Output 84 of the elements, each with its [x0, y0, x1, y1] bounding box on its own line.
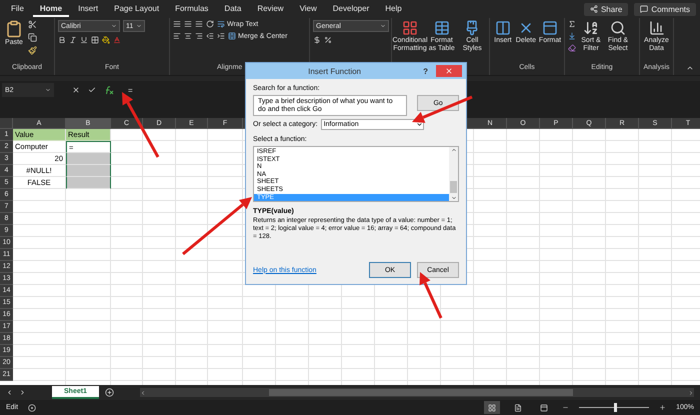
close-icon	[445, 67, 453, 75]
pointer-arrow	[420, 272, 442, 319]
align-center-icon[interactable]	[184, 32, 192, 40]
macro-record-icon[interactable]	[28, 404, 36, 412]
page-icon	[514, 404, 522, 412]
pointer-arrow	[182, 197, 252, 256]
sort-icon	[583, 20, 599, 36]
help-button[interactable]: ?	[423, 66, 428, 76]
ribbon-tab[interactable]: Page Layout	[107, 2, 166, 16]
share-icon	[590, 5, 598, 13]
align-bottom-icon[interactable]	[195, 20, 203, 28]
add-sheet-icon[interactable]	[104, 388, 114, 397]
ribbon-tab[interactable]: File	[4, 2, 31, 16]
chart-icon	[648, 20, 664, 36]
dialog-title: Insert Function	[307, 66, 362, 76]
align-top-icon[interactable]	[173, 20, 181, 28]
wrap-icon	[217, 20, 225, 28]
fill-icon[interactable]	[568, 32, 576, 40]
caret-icon	[111, 23, 117, 29]
comments-button[interactable]: Comments	[634, 2, 696, 16]
columns-icon	[494, 20, 511, 36]
align-right-icon[interactable]	[195, 32, 203, 40]
italic-icon[interactable]	[69, 36, 77, 44]
scroll-down-icon[interactable]	[450, 195, 456, 201]
view-button[interactable]	[484, 401, 500, 414]
horizontal-scrollbar[interactable]	[140, 388, 694, 397]
enter-icon[interactable]	[88, 86, 96, 94]
pointer-arrow	[122, 92, 160, 158]
vertical-scrollbar[interactable]	[449, 147, 458, 201]
fill-color-icon[interactable]	[102, 36, 110, 44]
table-cell	[66, 177, 111, 189]
caret-icon	[136, 23, 142, 29]
decrease-indent-icon[interactable]	[206, 32, 214, 40]
ribbon-tab[interactable]: Formulas	[168, 2, 216, 16]
ribbon-tab[interactable]: Data	[217, 2, 248, 16]
cut-icon[interactable]	[28, 20, 37, 29]
ribbon-tab[interactable]: View	[292, 2, 324, 16]
panel-icon	[542, 20, 558, 36]
grid-icon	[488, 404, 496, 412]
brush-icon	[464, 20, 480, 36]
caret-icon	[45, 87, 51, 93]
next-sheet-icon[interactable]	[19, 389, 26, 396]
search-icon	[610, 20, 626, 36]
currency-icon[interactable]	[313, 36, 321, 44]
sum-icon[interactable]	[568, 20, 576, 28]
scroll-right-icon[interactable]	[688, 390, 694, 396]
align-left-icon[interactable]	[173, 32, 181, 40]
panel-icon	[540, 404, 548, 412]
scroll-up-icon[interactable]	[450, 147, 456, 153]
scroll-left-icon[interactable]	[140, 390, 146, 396]
ribbon-tab[interactable]: Review	[250, 2, 291, 16]
table-cell	[66, 153, 111, 165]
zoom-in-icon[interactable]	[659, 404, 666, 411]
ribbon-tab[interactable]: Insert	[71, 2, 106, 16]
table-icon	[434, 20, 450, 36]
font-color-icon[interactable]	[113, 36, 121, 44]
table-cell	[66, 165, 111, 177]
underline-icon[interactable]	[80, 36, 88, 44]
formula-text[interactable]: =	[128, 86, 133, 94]
caret-icon	[380, 23, 386, 29]
pointer-arrow	[412, 96, 473, 123]
zoom-out-icon[interactable]	[562, 404, 570, 411]
ribbon-tab[interactable]: Developer	[326, 2, 376, 16]
copy-icon[interactable]	[28, 33, 37, 42]
comment-icon	[640, 5, 648, 13]
cancel-icon[interactable]	[72, 86, 80, 94]
previous-sheet-icon[interactable]	[6, 389, 13, 396]
align-middle-icon[interactable]	[184, 20, 192, 28]
zoom-slider-thumb[interactable]	[614, 403, 618, 412]
clipboard-icon	[5, 20, 23, 38]
ribbon-tab[interactable]: Help	[378, 2, 409, 16]
eraser-icon[interactable]	[568, 44, 576, 52]
insert-function-icon[interactable]	[104, 86, 114, 94]
collapse-ribbon-icon[interactable]	[686, 64, 694, 72]
grid-icon	[402, 20, 418, 36]
format-painter-icon[interactable]	[28, 46, 37, 55]
share-button[interactable]: Share	[584, 2, 628, 16]
borders-icon[interactable]	[91, 36, 99, 44]
bold-icon[interactable]	[58, 36, 66, 44]
orientation-icon[interactable]	[206, 20, 214, 28]
merge-icon	[228, 32, 236, 40]
increase-indent-icon[interactable]	[217, 32, 225, 40]
caret-icon	[416, 121, 423, 128]
percent-icon[interactable]	[324, 36, 332, 44]
